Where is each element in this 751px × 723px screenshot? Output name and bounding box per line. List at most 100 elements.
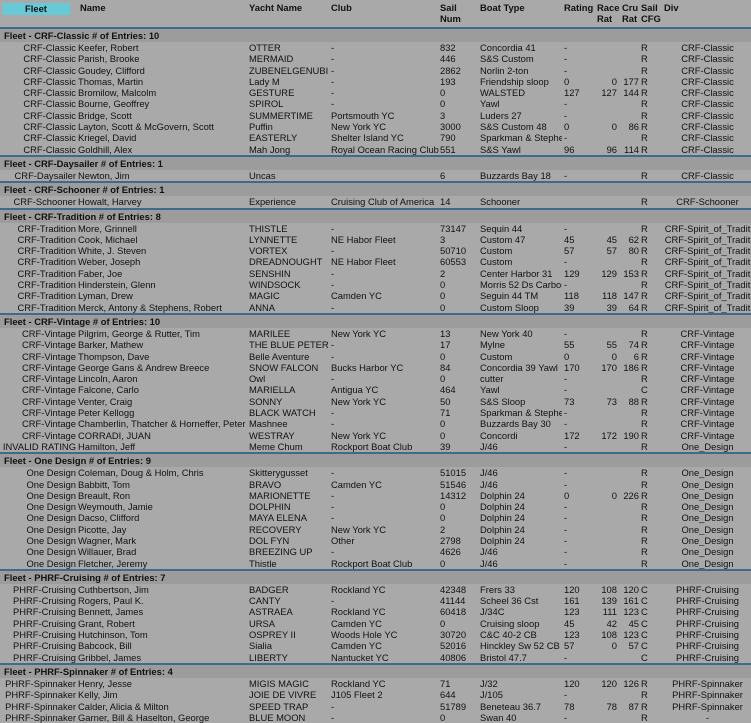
table-row[interactable]: CRF-Tradition Merck, Antony & Stephens, R… [0, 302, 751, 313]
club-cell: Other [331, 534, 355, 546]
table-row[interactable]: CRF-Vintage Falcone, Carlo MARIELLA Antigua… [0, 384, 751, 395]
table-row[interactable]: CRF-Classic Goldhill, Alex Mah Jong Royal O… [0, 144, 751, 155]
table-row[interactable]: CRF-Tradition More, Grinnell THISTLE - 73147… [0, 223, 751, 234]
fleet-cell: CRF-Vintage [21, 361, 76, 373]
fleet-cell: CRF-Classic [23, 109, 76, 121]
table-row[interactable]: PHRF-Cruising Cuthbertson, Jim BADGER Rockl… [0, 584, 751, 595]
club-cell: Bucks Harbor YC [331, 361, 404, 373]
yacht-name-cell: RECOVERY [249, 523, 302, 535]
race-rat-cell: 42 [606, 617, 617, 629]
table-row[interactable]: CRF-Classic Bridge, Scott SUMMERTIME Portsm… [0, 110, 751, 121]
sail-num-cell: 0 [440, 373, 446, 385]
yacht-name-cell: ZUBENELGENUBI [249, 64, 329, 76]
sail-cfg-column-header[interactable]: Sail [641, 3, 658, 13]
table-row[interactable]: CRF-Vintage CORRADI, JUAN WESTRAY New York … [0, 430, 751, 441]
boat-type-cell: cutter [480, 373, 504, 385]
table-row[interactable]: CRF-Vintage Pilgrim, George & Rutter, Tim… [0, 328, 751, 339]
table-row[interactable]: CRF-Vintage George Gans & Andrew Breece SN… [0, 362, 751, 373]
table-row[interactable]: CRF-Classic Bromilow, Malcolm GESTURE -0 WAL… [0, 87, 751, 98]
sail-num-cell: 52016 [440, 640, 467, 652]
table-row[interactable]: CRF-Tradition Hinderstein, Glenn WINDSOCK -… [0, 279, 751, 290]
table-row[interactable]: PHRF-Spinnaker Garner, Bill & Haselton, G… [0, 712, 751, 723]
table-row[interactable]: CRF-Classic Kriegel, David EASTERLY Shelter… [0, 132, 751, 143]
rating-cell: 96 [564, 143, 575, 155]
table-row[interactable]: One Design Weymouth, Jamie DOLPHIN - 0 Dolphi… [0, 501, 751, 512]
table-row[interactable]: PHRF-Spinnaker Calder, Alicia & Milton SPE… [0, 701, 751, 712]
table-row[interactable]: CRF-Vintage Thompson, Dave Belle Aventure -… [0, 351, 751, 362]
name-cell: Venter, Craig [78, 395, 133, 407]
div-column-header[interactable]: Div [664, 3, 679, 13]
table-row[interactable]: One Design Breault, Ron MARIONETTE - 14312 Do… [0, 490, 751, 501]
fleet-cell: CRF-Classic [23, 121, 76, 133]
table-row[interactable]: CRF-Tradition Cook, Michael LYNNETTE NE Hab… [0, 234, 751, 245]
club-cell: NE Habor Fleet [331, 256, 396, 268]
table-row[interactable]: CRF-Vintage Peter Kellogg BLACK WATCH -71 Sp… [0, 407, 751, 418]
table-row[interactable]: CRF-Classic Layton, Scott & McGovern, Sco… [0, 121, 751, 132]
fleet-section-header: Fleet - CRF-Vintage # of Entries: 10 [0, 312, 751, 328]
sail-num-column-header[interactable]: Sail [440, 3, 457, 13]
entry-list-sheet: Fleet Name Yacht Name Club Sail Num Boat… [0, 0, 751, 723]
table-row[interactable]: CRF-Tradition Faber, Joe SENSHIN - 2 Center H… [0, 268, 751, 279]
fleet-cell: CRF-Schooner [13, 196, 76, 208]
table-row[interactable]: One Design Wagner, Mark DOL FYN Other 2798 Do… [0, 535, 751, 546]
club-column-header[interactable]: Club [331, 3, 352, 13]
table-row[interactable]: CRF-Classic Goudey, Clifford ZUBENELGENUBI… [0, 65, 751, 76]
fleet-cell: PHRF-Cruising [12, 606, 76, 618]
rating-cell: - [564, 467, 568, 479]
yacht-name-cell: THISTLE [249, 222, 288, 234]
table-row[interactable]: INVALID RATING Hamilton, Jeff Meme Chum Roc… [0, 441, 751, 452]
rating-column-header[interactable]: Rating [564, 3, 593, 13]
boat-type-column-header[interactable]: Boat Type [480, 3, 525, 13]
div-cell: CRF-Classic [681, 121, 734, 133]
table-row[interactable]: PHRF-Spinnaker Kelly, Jim JOIE DE VIVRE J10… [0, 689, 751, 700]
table-row[interactable]: CRF-Tradition Lyman, Drew MAGIC Camden YC 0 S… [0, 290, 751, 301]
table-row[interactable]: PHRF-Cruising Hutchinson, Tom OSPREY II Woo… [0, 629, 751, 640]
club-cell: Portsmouth YC [331, 109, 395, 121]
table-row[interactable]: CRF-Vintage Chamberlin, Thatcher & Hornef… [0, 418, 751, 429]
table-row[interactable]: PHRF-Cruising Grant, Robert URSA Camden YC 0… [0, 618, 751, 629]
race-rat-cell: 139 [601, 595, 617, 607]
cru-rat-column-header[interactable]: Cru [622, 3, 638, 13]
table-row[interactable]: CRF-Classic Keefer, Robert OTTER -832 Concor… [0, 42, 751, 53]
table-row[interactable]: One Design Fletcher, Jeremy Thistle Rockpor… [0, 558, 751, 569]
table-row[interactable]: CRF-Schooner Howalt, Harvey Experience Crui… [0, 196, 751, 207]
fleet-cell: CRF-Classic [23, 132, 76, 144]
table-row[interactable]: One Design Dacso, Clifford MAYA ELENA - 0 Dol… [0, 512, 751, 523]
fleet-cell: CRF-Classic [23, 53, 76, 65]
table-row[interactable]: PHRF-Cruising Gribbel, James LIBERTY Nantuc… [0, 652, 751, 663]
yacht-name-cell: MARIELLA [249, 384, 296, 396]
table-row[interactable]: PHRF-Cruising Babcock, Bill Sialia Camden Y… [0, 640, 751, 651]
table-row[interactable]: One Design Babbitt, Tom BRAVO Camden YC 5154… [0, 479, 751, 490]
race-rat-column-header[interactable]: Race [597, 3, 619, 13]
rating-cell: - [564, 689, 568, 701]
boat-type-cell: Bristol 47.7 [480, 651, 527, 663]
name-column-header[interactable]: Name [80, 3, 106, 13]
fleet-column-header[interactable]: Fleet [2, 3, 70, 15]
yacht-column-header[interactable]: Yacht Name [249, 3, 302, 13]
name-cell: Falcone, Carlo [78, 384, 139, 396]
table-row[interactable]: CRF-Tradition Weber, Joseph DREADNOUGHT NE … [0, 256, 751, 267]
table-row[interactable]: CRF-Classic Bourne, Geoffrey SPIROL -0 Yawl -… [0, 98, 751, 109]
table-row[interactable]: CRF-Vintage Venter, Craig SONNY New York YC… [0, 396, 751, 407]
table-row[interactable]: PHRF-Spinnaker Henry, Jesse MIGIS MAGIC Roc… [0, 678, 751, 689]
yacht-name-cell: THE BLUE PETER [249, 339, 329, 351]
yacht-name-cell: LYNNETTE [249, 233, 298, 245]
table-row[interactable]: One Design Willauer, Brad BREEZING UP - 4626… [0, 546, 751, 557]
table-row[interactable]: CRF-Vintage Barker, Mathew THE BLUE PETER -… [0, 339, 751, 350]
table-row[interactable]: One Design Coleman, Doug & Holm, Chris Ski… [0, 467, 751, 478]
table-row[interactable]: CRF-Vintage Lincoln, Aaron Owl -0 cutter - R CR… [0, 373, 751, 384]
table-row[interactable]: One Design Picotte, Jay RECOVERY New York Y… [0, 524, 751, 535]
table-row[interactable]: CRF-Tradition White, J. Steven VORTEX - 5071… [0, 245, 751, 256]
div-cell: PHRF-Cruising [675, 606, 740, 618]
race-rat-cell: 57 [606, 245, 617, 257]
boat-type-cell: Concordi [480, 429, 518, 441]
table-row[interactable]: PHRF-Cruising Rogers, Paul K. CANTY -41144 S… [0, 595, 751, 606]
table-row[interactable]: CRF-Classic Thomas, Martin Lady M -193 Frien… [0, 76, 751, 87]
boat-type-cell: J/32 [480, 677, 498, 689]
table-row[interactable]: PHRF-Cruising Bennett, James ASTRAEA Rockla… [0, 606, 751, 617]
table-row[interactable]: CRF-Daysailer Newton, Jim Uncas 6 Buzzards B… [0, 170, 751, 181]
sail-num-cell: 51789 [440, 700, 467, 712]
table-row[interactable]: CRF-Classic Parish, Brooke MERMAID -446 S&S … [0, 53, 751, 64]
club-cell: New York YC [331, 121, 387, 133]
club-cell: Rockland YC [331, 606, 386, 618]
